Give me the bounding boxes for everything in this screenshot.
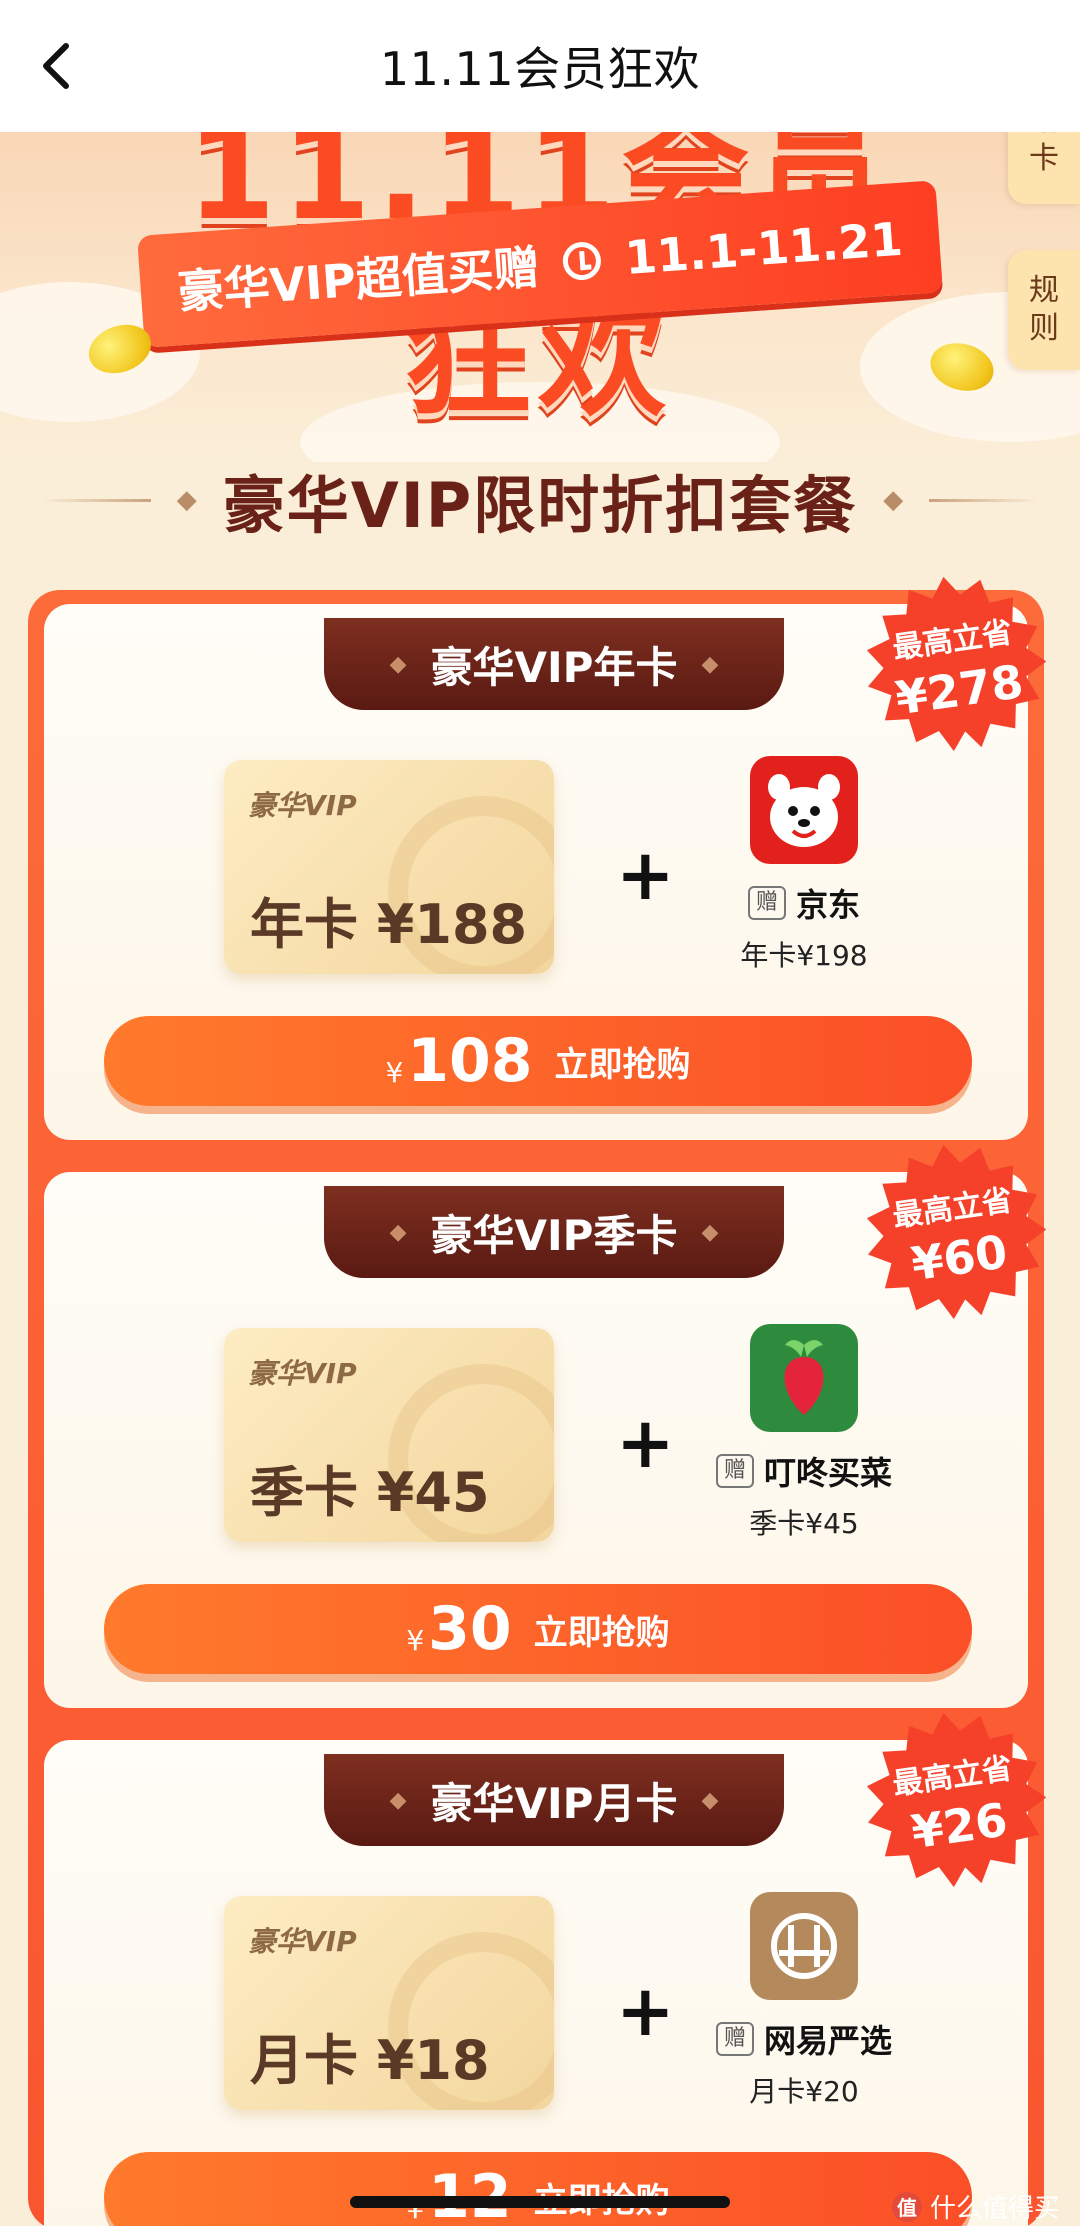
yanxuan-icon — [750, 1892, 858, 2000]
watermark: 值 什么值得买 — [891, 2188, 1060, 2225]
package-header: ◆ 豪华VIP季卡 ◆ — [324, 1186, 784, 1278]
divider — [929, 498, 1040, 502]
clock-icon — [561, 240, 603, 282]
section-title: 豪华VIP限时折扣套餐 — [222, 469, 858, 542]
currency-symbol: ¥ — [406, 1623, 425, 1657]
buy-now-button[interactable]: ¥ 108 立即抢购 — [104, 1016, 972, 1106]
savings-badge: 最高立省 ¥278 — [852, 562, 1060, 770]
package-name: 豪华VIP季卡 — [430, 1210, 678, 1260]
gift-detail: 月卡¥20 — [749, 2075, 859, 2108]
gift-item: 赠 叮咚买菜 季卡¥45 — [684, 1324, 924, 1542]
currency-symbol: ¥ — [385, 1055, 404, 1089]
watermark-icon: 值 — [891, 2191, 922, 2222]
gift-brand: 叮咚买菜 — [764, 1454, 893, 1492]
package-card-annual: ◆ 豪华VIP年卡 ◆ 最高立省 ¥278 豪华VIP 年卡 ¥188 + 赠 … — [44, 576, 1047, 1140]
hero-date-range: 11.1-11.21 — [623, 211, 905, 285]
vip-label: 年卡 ¥188 — [250, 893, 528, 956]
package-card-monthly: ◆ 豪华VIP月卡 ◆ 最高立省 ¥26 豪华VIP 月卡 ¥18 + 赠 网易… — [44, 1712, 1047, 2226]
buy-now-button[interactable]: ¥ 30 立即抢购 — [104, 1584, 972, 1674]
diamond-icon: ◆ — [883, 485, 904, 515]
gift-brand: 京东 — [796, 886, 861, 924]
diamond-icon: ◆ — [389, 1787, 407, 1813]
gift-detail: 年卡¥198 — [740, 939, 868, 972]
divider — [40, 498, 151, 502]
gift-item: 赠 京东 年卡¥198 — [684, 756, 924, 974]
vip-card-image: 豪华VIP 月卡 ¥18 — [224, 1896, 554, 2110]
package-header: ◆ 豪华VIP月卡 ◆ — [324, 1754, 784, 1846]
vip-brand: 豪华VIP — [248, 789, 357, 822]
savings-badge: 最高立省 ¥60 — [852, 1130, 1060, 1338]
dingdong-icon — [750, 1324, 858, 1432]
gift-item: 赠 网易严选 月卡¥20 — [684, 1892, 924, 2110]
price: 108 — [407, 1026, 533, 1096]
back-button[interactable] — [28, 38, 84, 94]
section-header: ◆ 豪华VIP限时折扣套餐 ◆ — [0, 460, 1080, 542]
rules-tab-label: 规则 — [1029, 273, 1059, 346]
gift-tag: 赠 — [715, 1454, 754, 1488]
vip-label: 季卡 ¥45 — [250, 1461, 490, 1524]
top-nav-bar: 11.11会员狂欢 — [0, 0, 1080, 132]
buy-now-label: 立即抢购 — [554, 1044, 691, 1085]
diamond-icon: ◆ — [701, 1787, 719, 1813]
gift-tag: 赠 — [715, 2022, 754, 2056]
watermark-text: 什么值得买 — [929, 2194, 1060, 2224]
hero-subtitle: 豪华VIP超值买赠 — [175, 240, 542, 320]
diamond-icon: ◆ — [701, 1219, 719, 1245]
chevron-left-icon — [43, 43, 69, 89]
rules-tab[interactable]: 规则 — [1008, 250, 1080, 370]
hero-banner: 11.11会员狂欢 豪华VIP超值买赠 11.1-11.21 — [0, 132, 1080, 462]
price: 30 — [428, 1594, 512, 1664]
plus-icon: + — [616, 1402, 675, 1484]
package-header: ◆ 豪华VIP年卡 ◆ — [324, 618, 784, 710]
price: 12 — [428, 2162, 512, 2226]
home-indicator[interactable] — [350, 2196, 730, 2208]
buy-now-label: 立即抢购 — [533, 1612, 670, 1653]
diamond-icon: ◆ — [701, 651, 719, 677]
vip-brand: 豪华VIP — [248, 1925, 357, 1958]
gift-detail: 季卡¥45 — [749, 1507, 859, 1540]
vip-card-image: 豪华VIP 年卡 ¥188 — [224, 760, 554, 974]
savings-badge: 最高立省 ¥26 — [852, 1698, 1060, 1906]
plus-icon: + — [616, 1970, 675, 2052]
packages-container: ◆ 豪华VIP年卡 ◆ 最高立省 ¥278 豪华VIP 年卡 ¥188 + 赠 … — [28, 576, 1047, 2226]
vip-card-image: 豪华VIP 季卡 ¥45 — [224, 1328, 554, 1542]
package-card-quarterly: ◆ 豪华VIP季卡 ◆ 最高立省 ¥60 豪华VIP 季卡 ¥45 + 赠 叮咚… — [44, 1144, 1047, 1708]
package-name: 豪华VIP月卡 — [430, 1778, 678, 1828]
package-name: 豪华VIP年卡 — [430, 642, 678, 692]
jd-icon — [750, 756, 858, 864]
gift-tag: 赠 — [747, 886, 786, 920]
diamond-icon: ◆ — [389, 1219, 407, 1245]
gift-brand: 网易严选 — [764, 2022, 893, 2060]
vip-label: 月卡 ¥18 — [250, 2029, 490, 2092]
page-title: 11.11会员狂欢 — [379, 42, 701, 96]
diamond-icon: ◆ — [176, 485, 197, 515]
diamond-icon: ◆ — [389, 651, 407, 677]
buy-now-button[interactable]: ¥ 12 立即抢购 — [104, 2152, 972, 2226]
vip-brand: 豪华VIP — [248, 1357, 357, 1390]
plus-icon: + — [616, 834, 675, 916]
